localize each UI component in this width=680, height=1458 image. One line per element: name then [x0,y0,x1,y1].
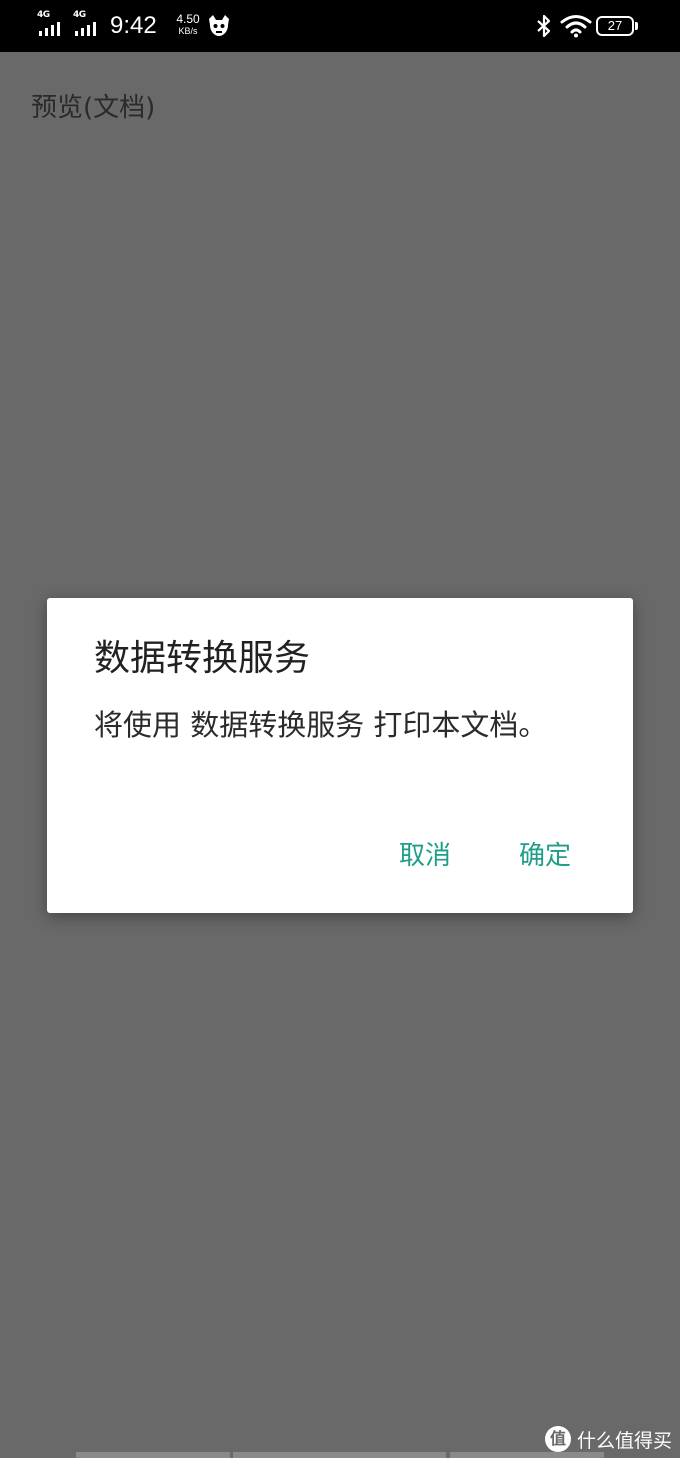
dialog-message: 将使用 数据转换服务 打印本文档。 [94,708,548,742]
bluetooth-icon [537,14,551,38]
bottom-bar-segment [76,1452,230,1458]
notification-mascot-icon [209,15,229,36]
confirm-button[interactable]: 确定 [519,834,571,878]
network-speed: 4.50 KB/s [171,13,205,37]
battery-tip [635,22,638,30]
network-speed-unit: KB/s [178,26,198,36]
print-service-dialog: 数据转换服务 将使用 数据转换服务 打印本文档。 取消 确定 [47,598,633,913]
watermark: 值 什么值得买 [544,1424,672,1454]
watermark-logo-icon: 值 [544,1426,571,1452]
battery-icon: 27 [596,16,640,38]
network-speed-value: 4.50 [176,12,200,26]
dialog-title: 数据转换服务 [94,638,311,679]
app-page-title: 预览(文档) [31,93,156,123]
status-bar: 4G 4G 9:42 4.50 KB/s 27 [0,0,680,52]
cancel-button[interactable]: 取消 [399,834,451,878]
wifi-icon [560,15,592,38]
battery-level: 27 [607,18,623,33]
sim1-signal-icon: 4G [37,10,67,38]
status-time: 9:42 [110,12,157,39]
sim2-signal-icon: 4G [73,10,103,38]
sim1-network-label: 4G [37,10,50,20]
sim2-network-label: 4G [73,10,86,20]
bottom-bar-segment [233,1452,446,1458]
watermark-text: 什么值得买 [576,1429,672,1452]
